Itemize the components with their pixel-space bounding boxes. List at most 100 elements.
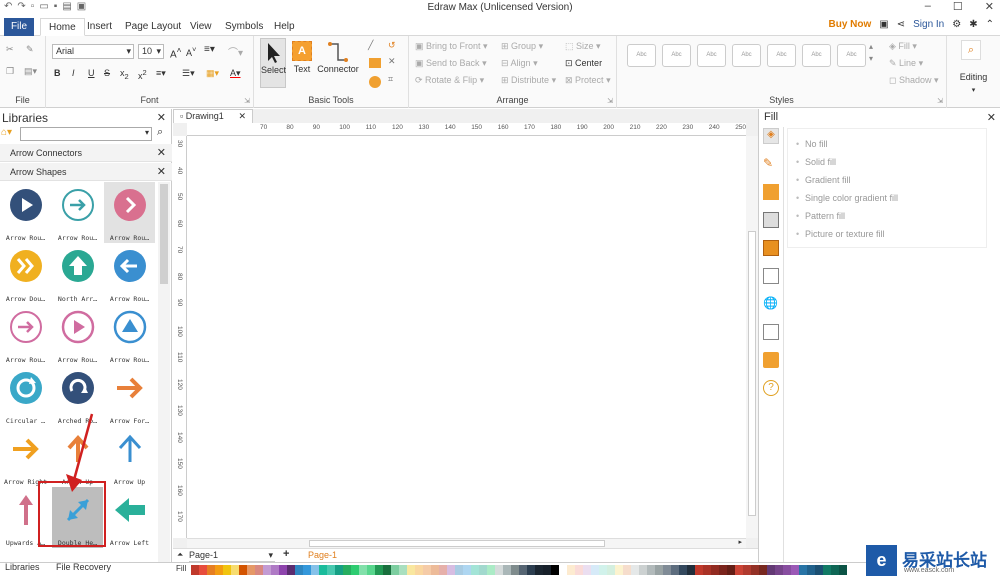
- library-search-input[interactable]: ▾: [20, 127, 152, 141]
- tab-insert[interactable]: Insert: [79, 18, 120, 36]
- palette-swatch[interactable]: [679, 565, 687, 575]
- palette-swatch[interactable]: [663, 565, 671, 575]
- category-close-icon[interactable]: ✕: [157, 163, 166, 181]
- shape-item[interactable]: Arrow Rou…: [104, 182, 155, 243]
- palette-swatch[interactable]: [487, 565, 495, 575]
- tab-view[interactable]: View: [182, 18, 220, 36]
- palette-swatch[interactable]: [575, 565, 583, 575]
- palette-swatch[interactable]: [767, 565, 775, 575]
- subscript-button[interactable]: x2: [120, 68, 129, 81]
- paste-icon[interactable]: ▤▾: [24, 66, 37, 77]
- scroll-right-icon[interactable]: ▸: [738, 538, 742, 546]
- line-tab-icon[interactable]: ✎: [763, 156, 779, 172]
- layer-tab-icon[interactable]: [763, 240, 779, 256]
- palette-swatch[interactable]: [583, 565, 591, 575]
- apps-icon[interactable]: ✱: [969, 19, 977, 30]
- palette-swatch[interactable]: [335, 565, 343, 575]
- palette-swatch[interactable]: [607, 565, 615, 575]
- shape-item[interactable]: North Arr…: [52, 243, 103, 304]
- palette-swatch[interactable]: [207, 565, 215, 575]
- help-icon[interactable]: ?: [763, 380, 779, 396]
- palette-swatch[interactable]: [295, 565, 303, 575]
- horizontal-scroll-thumb[interactable]: [309, 540, 605, 547]
- line-button[interactable]: ✎ Line ▾: [889, 58, 923, 69]
- font-name-select[interactable]: Arial ▾: [52, 44, 134, 59]
- palette-swatch[interactable]: [839, 565, 847, 575]
- palette-swatch[interactable]: [407, 565, 415, 575]
- palette-swatch[interactable]: [695, 565, 703, 575]
- palette-swatch[interactable]: [471, 565, 479, 575]
- sign-in-link[interactable]: Sign In: [913, 19, 944, 30]
- styles-dialog-launcher-icon[interactable]: ⇲: [937, 97, 943, 105]
- shape-item[interactable]: Arrow Dou…: [0, 243, 51, 304]
- palette-swatch[interactable]: [463, 565, 471, 575]
- palette-swatch[interactable]: [519, 565, 527, 575]
- library-home-icon[interactable]: ⌂▾: [1, 127, 12, 138]
- image-tab-icon[interactable]: [763, 212, 779, 228]
- globe-icon[interactable]: 🌐: [763, 296, 779, 312]
- shape-item[interactable]: Arrow Rou…: [52, 182, 103, 243]
- connector-tool-button[interactable]: Connector: [316, 38, 360, 88]
- palette-swatch[interactable]: [791, 565, 799, 575]
- palette-swatch[interactable]: [823, 565, 831, 575]
- line-style-icon[interactable]: ⌒▾: [228, 44, 243, 59]
- distribute-button[interactable]: ⊞ Distribute ▾: [501, 75, 556, 86]
- horizontal-scrollbar[interactable]: ▸: [187, 538, 746, 548]
- fill-panel-close-icon[interactable]: ✕: [987, 111, 996, 124]
- style-swatch-1[interactable]: Abc: [627, 44, 656, 67]
- palette-swatch[interactable]: [535, 565, 543, 575]
- shape-item[interactable]: Arrow Rou…: [104, 304, 155, 365]
- collapse-ribbon-icon[interactable]: ⌃: [986, 19, 994, 30]
- page-select[interactable]: Page-1 ▾: [189, 550, 275, 562]
- palette-swatch[interactable]: [255, 565, 263, 575]
- vertical-scroll-thumb[interactable]: [748, 231, 756, 516]
- format-painter-icon[interactable]: ✎: [26, 44, 34, 55]
- superscript-button[interactable]: x2: [138, 68, 147, 81]
- palette-swatch[interactable]: [343, 565, 351, 575]
- palette-swatch[interactable]: [303, 565, 311, 575]
- tab-file[interactable]: File: [4, 18, 34, 36]
- vertical-scrollbar[interactable]: [746, 136, 758, 538]
- shape-item[interactable]: Arrow Rou…: [52, 304, 103, 365]
- palette-swatch[interactable]: [495, 565, 503, 575]
- palette-swatch[interactable]: [383, 565, 391, 575]
- align-icon[interactable]: ≡▾: [204, 44, 215, 55]
- palette-swatch[interactable]: [239, 565, 247, 575]
- ellipse-tool-icon[interactable]: [369, 76, 381, 88]
- library-scroll-thumb[interactable]: [160, 184, 168, 284]
- category-close-icon[interactable]: ✕: [157, 144, 166, 162]
- palette-swatch[interactable]: [671, 565, 679, 575]
- shape-item[interactable]: Circular …: [0, 365, 51, 426]
- palette-swatch[interactable]: [567, 565, 575, 575]
- palette-swatch[interactable]: [479, 565, 487, 575]
- palette-swatch[interactable]: [415, 565, 423, 575]
- palette-swatch[interactable]: [831, 565, 839, 575]
- underline-button[interactable]: U: [88, 68, 95, 78]
- fill-option-picture[interactable]: Picture or texture fill: [796, 229, 884, 239]
- palette-swatch[interactable]: [543, 565, 551, 575]
- send-to-back-button[interactable]: ▣ Send to Back ▾: [415, 58, 487, 69]
- tab-help[interactable]: Help: [266, 18, 303, 36]
- cut-icon[interactable]: ✂: [6, 44, 14, 55]
- palette-swatch[interactable]: [199, 565, 207, 575]
- palette-swatch[interactable]: [615, 565, 623, 575]
- style-swatch-3[interactable]: Abc: [697, 44, 726, 67]
- italic-button[interactable]: I: [72, 68, 75, 78]
- palette-swatch[interactable]: [807, 565, 815, 575]
- page-tab-icon[interactable]: [763, 268, 779, 284]
- palette-swatch[interactable]: [591, 565, 599, 575]
- palette-swatch[interactable]: [735, 565, 743, 575]
- fill-option-none[interactable]: No fill: [796, 139, 827, 149]
- shrink-font-icon[interactable]: A˅: [186, 45, 196, 58]
- palette-swatch[interactable]: [263, 565, 271, 575]
- palette-swatch[interactable]: [687, 565, 695, 575]
- palette-swatch[interactable]: [783, 565, 791, 575]
- shape-item[interactable]: Arrow For…: [104, 365, 155, 426]
- palette-swatch[interactable]: [727, 565, 735, 575]
- palette-swatch[interactable]: [359, 565, 367, 575]
- palette-swatch[interactable]: [447, 565, 455, 575]
- palette-swatch[interactable]: [367, 565, 375, 575]
- palette-swatch[interactable]: [439, 565, 447, 575]
- share-icon[interactable]: ⋖: [897, 19, 905, 30]
- bring-to-front-button[interactable]: ▣ Bring to Front ▾: [415, 41, 488, 52]
